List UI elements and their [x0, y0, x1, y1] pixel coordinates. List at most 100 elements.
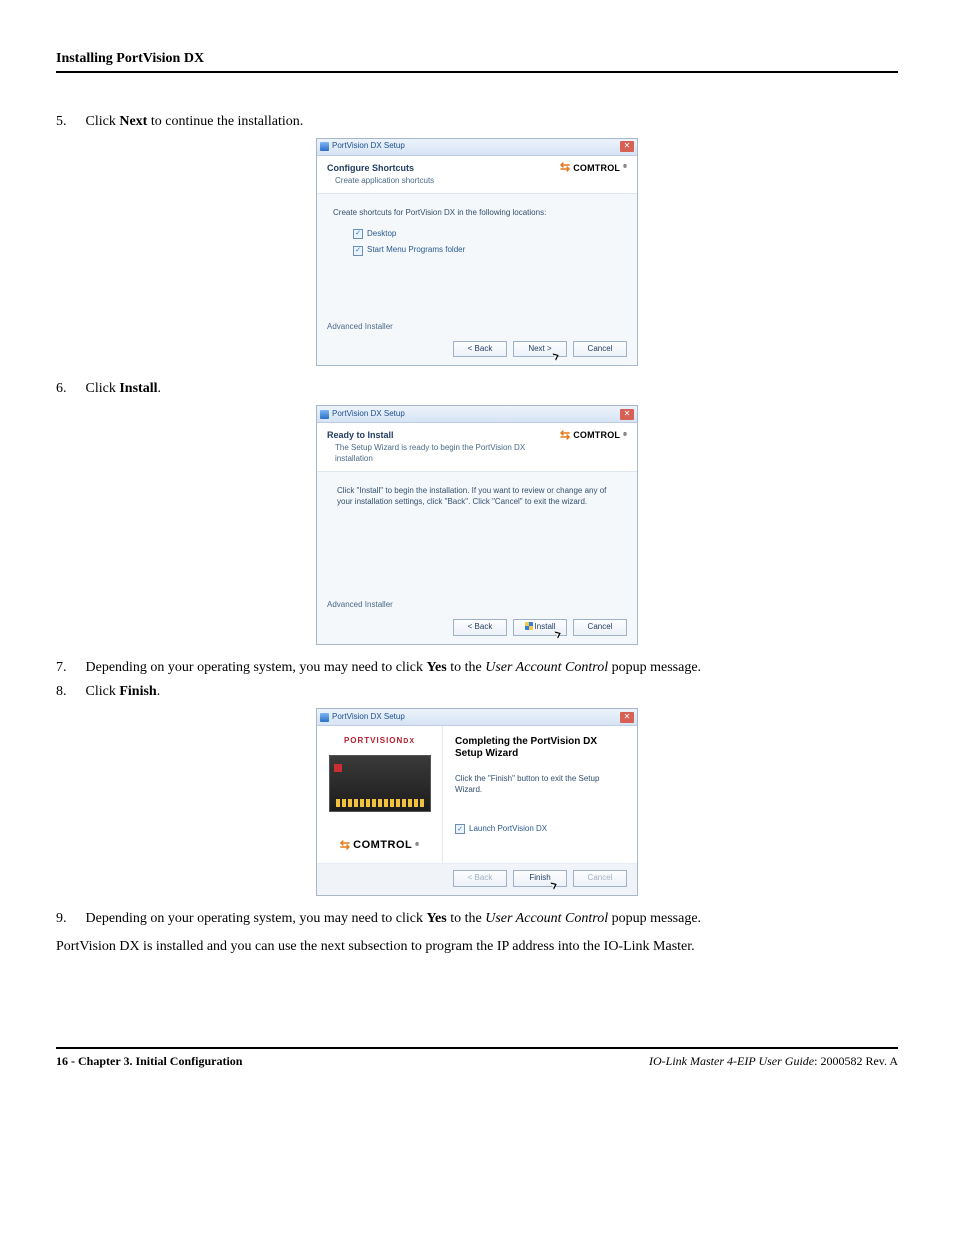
brand-logo: ⇆COMTROL® — [560, 162, 627, 174]
cursor-icon — [551, 880, 559, 889]
brand-text: COMTROL — [573, 162, 620, 174]
window-titlebar: PortVision DX Setup ✕ — [317, 139, 637, 156]
t: Click — [86, 684, 120, 699]
body-text: Click "Install" to begin the installatio… — [333, 486, 621, 508]
footer-rev: : 2000582 Rev. A — [814, 1054, 898, 1068]
t: Click — [86, 114, 120, 129]
t2: to the — [447, 911, 486, 926]
page-footer: 16 - Chapter 3. Initial Configuration IO… — [56, 1047, 898, 1069]
step-8: 8. Click Finish. — [56, 683, 898, 702]
checkbox-startmenu[interactable]: ✓ Start Menu Programs folder — [353, 245, 621, 256]
step-7: 7. Depending on your operating system, y… — [56, 659, 898, 678]
t3: popup message. — [608, 660, 701, 675]
footer-left: 16 - Chapter 3. Initial Configuration — [56, 1053, 242, 1069]
button-row: < Back Install Cancel — [317, 613, 637, 644]
device-image — [329, 755, 431, 812]
checkbox-icon: ✓ — [353, 229, 363, 239]
back-button[interactable]: < Back — [453, 619, 507, 636]
brand-logo: ⇆COMTROL® — [560, 429, 627, 441]
t2: . — [157, 684, 161, 699]
step-5: 5. Click Next to continue the installati… — [56, 113, 898, 132]
screenshot-2-wrap: PortVision DX Setup ✕ Ready to Install T… — [56, 405, 898, 644]
close-icon[interactable]: ✕ — [620, 712, 634, 723]
btn-label: Install — [535, 622, 556, 631]
checkbox-icon: ✓ — [455, 824, 465, 834]
step-text: Click Next to continue the installation. — [86, 114, 304, 129]
logo-text: PORTVISION — [344, 736, 403, 745]
bold-word: Yes — [426, 911, 446, 926]
t2: to the — [447, 660, 486, 675]
bold-word: Install — [119, 381, 157, 396]
closing-paragraph: PortVision DX is installed and you can u… — [56, 938, 898, 957]
wizard-body: Completing the PortVision DX Setup Wizar… — [443, 726, 637, 862]
t2: . — [157, 381, 161, 396]
close-icon[interactable]: ✕ — [620, 409, 634, 420]
dialog-body: Create shortcuts for PortVision DX in th… — [317, 194, 637, 322]
brand-glyph-icon: ⇆ — [340, 841, 350, 850]
cursor-icon — [553, 351, 561, 360]
group-label: Advanced Installer — [317, 322, 637, 335]
italic-word: User Account Control — [485, 911, 608, 926]
checkbox-desktop[interactable]: ✓ Desktop — [353, 229, 621, 240]
screenshot-3-wrap: PortVision DX Setup ✕ PORTVISIONDX ⇆COMT… — [56, 708, 898, 895]
wizard-message: Click the "Finish" button to exit the Se… — [455, 774, 625, 796]
bold-word: Yes — [426, 660, 446, 675]
t: Click — [86, 381, 120, 396]
footer-doc-title: IO-Link Master 4-EIP User Guide — [649, 1054, 814, 1068]
cancel-button[interactable]: Cancel — [573, 341, 627, 358]
screenshot-ready-install: PortVision DX Setup ✕ Ready to Install T… — [316, 405, 638, 644]
finish-button[interactable]: Finish — [513, 870, 567, 887]
btn-label: Finish — [529, 873, 550, 882]
step-number: 8. — [56, 683, 82, 702]
dialog-subheading: The Setup Wizard is ready to begin the P… — [327, 443, 560, 465]
step-text: Click Finish. — [86, 684, 161, 699]
dialog-heading: Ready to Install — [327, 429, 560, 441]
next-button[interactable]: Next > — [513, 341, 567, 358]
body-text: Create shortcuts for PortVision DX in th… — [333, 208, 621, 219]
product-logo: PORTVISIONDX — [344, 726, 415, 751]
step-number: 5. — [56, 113, 82, 132]
checkbox-label: Desktop — [367, 229, 396, 240]
dialog-body: Click "Install" to begin the installatio… — [317, 472, 637, 600]
bold-word: Finish — [119, 684, 156, 699]
italic-word: User Account Control — [485, 660, 608, 675]
app-icon — [320, 410, 329, 419]
t3: popup message. — [608, 911, 701, 926]
t: Depending on your operating system, you … — [86, 660, 427, 675]
step-9: 9. Depending on your operating system, y… — [56, 910, 898, 929]
screenshot-finish: PortVision DX Setup ✕ PORTVISIONDX ⇆COMT… — [316, 708, 638, 895]
brand-logo: ⇆COMTROL® — [340, 832, 419, 863]
step-text: Click Install. — [86, 381, 161, 396]
checkbox-icon: ✓ — [353, 246, 363, 256]
group-label: Advanced Installer — [317, 600, 637, 613]
bold-word: Next — [119, 114, 147, 129]
footer-right: IO-Link Master 4-EIP User Guide: 2000582… — [649, 1053, 898, 1069]
brand-text: COMTROL — [353, 838, 412, 853]
checkbox-label: Start Menu Programs folder — [367, 245, 465, 256]
window-title: PortVision DX Setup — [332, 712, 405, 723]
t2: to continue the installation. — [147, 114, 303, 129]
dialog-header: Ready to Install The Setup Wizard is rea… — [317, 423, 637, 472]
step-number: 6. — [56, 380, 82, 399]
window-titlebar: PortVision DX Setup ✕ — [317, 406, 637, 423]
button-row: < Back Finish Cancel — [317, 863, 637, 895]
back-button[interactable]: < Back — [453, 341, 507, 358]
app-icon — [320, 713, 329, 722]
checkbox-label: Launch PortVision DX — [469, 824, 547, 835]
brand-glyph-icon: ⇆ — [560, 431, 570, 440]
install-button[interactable]: Install — [513, 619, 567, 636]
cursor-icon — [555, 629, 563, 638]
back-button: < Back — [453, 870, 507, 887]
step-number: 9. — [56, 910, 82, 929]
logo-dx: DX — [403, 738, 415, 745]
step-text: Depending on your operating system, you … — [86, 660, 702, 675]
checkbox-launch[interactable]: ✓ Launch PortVision DX — [455, 824, 625, 835]
close-icon[interactable]: ✕ — [620, 141, 634, 152]
cancel-button: Cancel — [573, 870, 627, 887]
step-text: Depending on your operating system, you … — [86, 911, 702, 926]
btn-label: Next > — [528, 344, 551, 353]
shield-icon — [525, 622, 533, 630]
brand-text: COMTROL — [573, 429, 620, 441]
cancel-button[interactable]: Cancel — [573, 619, 627, 636]
screenshot-configure-shortcuts: PortVision DX Setup ✕ Configure Shortcut… — [316, 138, 638, 367]
